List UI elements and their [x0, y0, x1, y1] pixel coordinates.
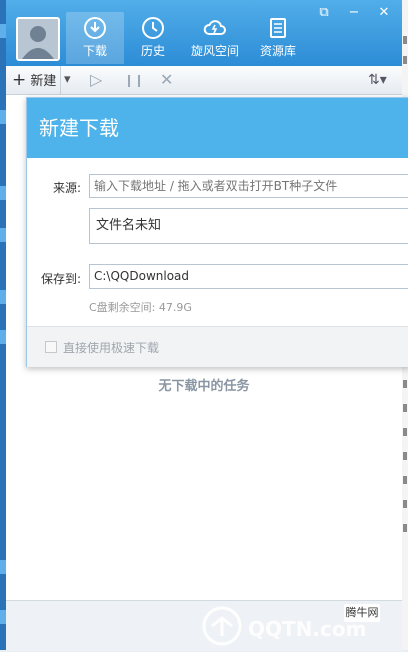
free-space-text: C盘剩余空间: 47.9G — [89, 301, 192, 314]
new-download-button[interactable]: + 新建 — [12, 66, 56, 94]
nav-resource-library-label: 资源库 — [259, 44, 296, 58]
source-url-input[interactable] — [89, 174, 408, 198]
header-bar: 下载 历史 旋风空间 资源库 ⧉ − ✕ — [6, 0, 402, 66]
save-to-label: 保存到: — [41, 272, 82, 286]
source-label: 来源: — [53, 181, 82, 195]
nav-download-label: 下载 — [82, 44, 107, 58]
history-icon — [142, 17, 164, 39]
empty-list-message: 无下载中的任务 — [158, 379, 250, 394]
new-download-dropdown[interactable]: ▾ — [60, 66, 78, 94]
minimize-button[interactable]: − — [342, 4, 366, 22]
nav-download[interactable]: 下载 — [66, 12, 124, 64]
avatar[interactable] — [16, 17, 60, 61]
delete-button[interactable]: ✕ — [160, 66, 173, 94]
nav-resource-library[interactable]: 资源库 — [248, 12, 308, 64]
nav-history[interactable]: 历史 — [124, 12, 182, 64]
nav-cloud-space-label: 旋风空间 — [190, 44, 239, 58]
new-download-dialog: 新建下载 来源: 文件名未知 保存到: C:\QQDownload C盘剩余空间… — [26, 97, 408, 367]
plus-icon: + — [12, 70, 27, 90]
user-silhouette-icon — [18, 19, 58, 59]
dialog-footer: 直接使用极速下载 — [27, 326, 408, 367]
nav-history-label: 历史 — [140, 44, 165, 58]
pause-button[interactable]: ❙❙ — [124, 66, 144, 94]
download-icon — [84, 17, 106, 39]
fast-download-label: 直接使用极速下载 — [63, 341, 160, 355]
fast-download-checkbox[interactable] — [45, 341, 57, 353]
nav-cloud-space[interactable]: 旋风空间 — [184, 12, 246, 64]
resource-library-icon — [270, 18, 286, 38]
cloud-space-icon — [203, 20, 226, 35]
filename-field[interactable]: 文件名未知 — [89, 208, 408, 244]
new-download-label: 新建 — [30, 74, 57, 89]
close-button[interactable]: ✕ — [372, 4, 396, 22]
site-name-badge: 腾牛网 — [344, 604, 380, 622]
site-watermark: QQTN.com 腾牛网 — [200, 604, 400, 648]
start-button[interactable]: ▷ — [90, 66, 102, 94]
toolbar: + 新建 ▾ ▷ ❙❙ ✕ ⇅▾ — [6, 66, 402, 95]
dialog-title: 新建下载 — [27, 98, 408, 158]
sort-button[interactable]: ⇅▾ — [368, 66, 387, 94]
restore-button[interactable]: ⧉ — [312, 4, 336, 22]
save-path-field[interactable]: C:\QQDownload — [89, 264, 408, 289]
